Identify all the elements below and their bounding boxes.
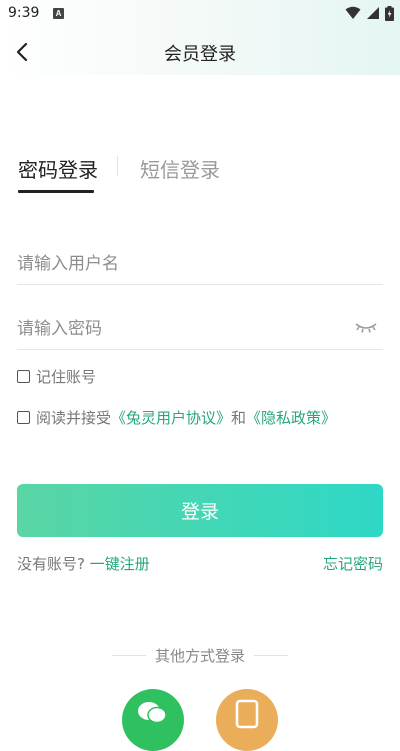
status-bar: 9:39 A — [0, 0, 400, 26]
nav-bar: 会员登录 — [0, 28, 400, 76]
other-login-title: 其他方式登录 — [154, 647, 245, 665]
signal-icon — [367, 7, 379, 19]
user-agreement-link[interactable]: 《兔灵用户协议》 — [111, 407, 231, 428]
notification-icon: A — [53, 8, 64, 19]
register-link[interactable]: 一键注册 — [90, 555, 150, 573]
forgot-password-link[interactable]: 忘记密码 — [323, 553, 383, 574]
battery-icon — [385, 5, 394, 21]
status-time: 9:39 — [8, 5, 40, 21]
status-icons — [345, 5, 394, 21]
remember-account-row: 记住账号 — [17, 366, 96, 387]
login-button[interactable]: 登录 — [17, 484, 383, 537]
wifi-icon — [345, 6, 361, 19]
password-input[interactable] — [17, 313, 337, 345]
password-field — [17, 309, 383, 350]
tab-password-login[interactable]: 密码登录 — [18, 154, 98, 183]
remember-label: 记住账号 — [36, 368, 97, 386]
account-links: 没有账号? 一键注册 忘记密码 — [17, 553, 383, 574]
username-input[interactable] — [17, 248, 337, 280]
divider-line-right — [254, 655, 288, 656]
phone-icon — [235, 699, 259, 729]
agreement-row: 阅读并接受 《兔灵用户协议》 和 《隐私政策》 — [17, 407, 336, 428]
tab-divider — [117, 156, 118, 176]
tab-sms-login[interactable]: 短信登录 — [140, 154, 220, 183]
wechat-icon — [138, 702, 167, 724]
wechat-login-button[interactable] — [122, 689, 184, 751]
no-account-text: 没有账号? — [17, 555, 85, 573]
agreement-checkbox[interactable] — [17, 411, 30, 424]
eye-closed-icon — [355, 323, 377, 333]
login-tabs: 密码登录 短信登录 — [17, 150, 387, 194]
active-tab-indicator — [18, 190, 94, 193]
agreement-prefix: 阅读并接受 — [36, 409, 112, 427]
username-field — [17, 244, 383, 285]
page-title: 会员登录 — [164, 44, 236, 65]
remember-checkbox[interactable] — [17, 370, 30, 383]
password-visibility-toggle[interactable] — [354, 319, 378, 335]
phone-login-button[interactable] — [216, 689, 278, 751]
privacy-policy-link[interactable]: 《隐私政策》 — [246, 407, 336, 428]
agreement-and: 和 — [231, 409, 247, 427]
